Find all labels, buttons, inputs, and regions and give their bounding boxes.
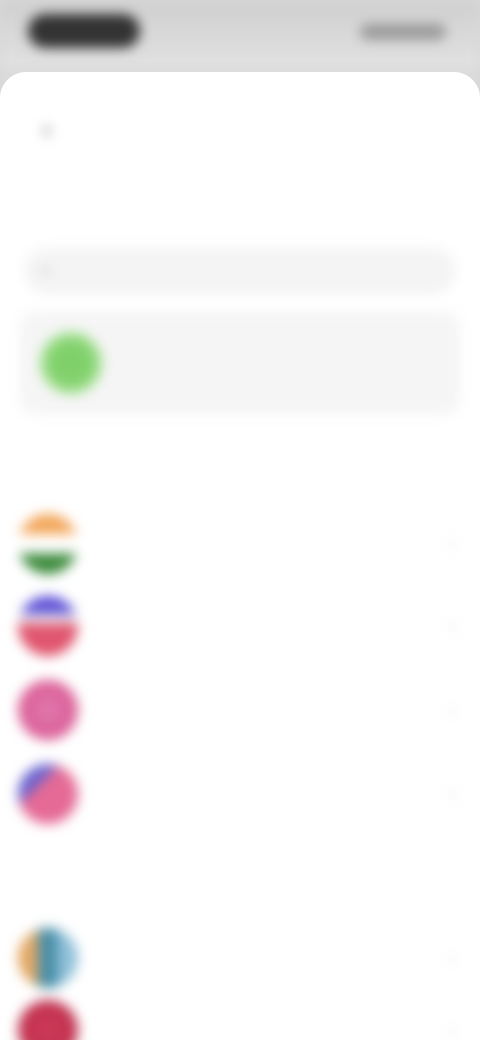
status-icons (360, 24, 446, 40)
current-country-flag (40, 332, 102, 394)
chevron-right-icon: › (450, 615, 456, 636)
country-flag (18, 764, 78, 824)
chevron-right-icon: › (450, 533, 456, 554)
chevron-right-icon: › (450, 947, 456, 968)
status-time-pill (28, 14, 140, 48)
country-item[interactable]: › (18, 506, 462, 582)
country-selector-sheet: ‹ ⌕ › › › › › › (0, 72, 480, 1040)
sheet-content: ‹ ⌕ › › › › › › (0, 72, 480, 1040)
country-flag (18, 596, 78, 656)
chevron-right-icon: › (450, 1019, 456, 1040)
country-flag (18, 514, 78, 574)
country-flag (18, 928, 78, 988)
arrow-left-icon: ‹ (42, 113, 52, 144)
search-icon: ⌕ (42, 262, 51, 279)
country-item[interactable]: › (18, 756, 462, 832)
chevron-right-icon: › (450, 699, 456, 720)
country-item[interactable]: › (18, 992, 462, 1040)
chevron-right-icon: › (450, 783, 456, 804)
current-country-item[interactable] (20, 312, 460, 414)
back-button[interactable]: ‹ (30, 112, 64, 146)
country-flag (18, 1000, 78, 1040)
status-bar (0, 0, 480, 70)
country-flag (18, 680, 78, 740)
search-bar[interactable]: ⌕ (24, 248, 456, 294)
country-item[interactable]: › (18, 672, 462, 748)
search-input[interactable] (60, 262, 401, 280)
country-item[interactable]: › (18, 588, 462, 664)
country-item[interactable]: › (18, 920, 462, 996)
